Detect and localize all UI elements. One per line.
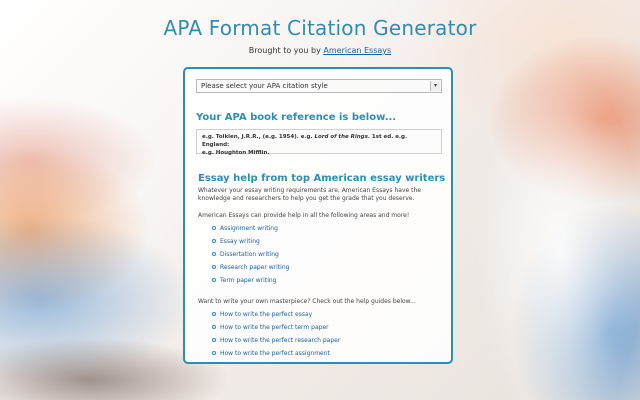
link-label[interactable]: Essay writing [220,238,260,245]
citation-panel: Please select your APA citation style ▾ … [183,67,453,364]
list-item-guide-research-paper[interactable]: How to write the perfect research paper [212,337,340,350]
help-heading: Essay help from top American essay write… [198,173,446,184]
list-item-guide-assignment[interactable]: How to write the perfect assignment [212,350,340,363]
reference-heading: Your APA book reference is below... [196,112,397,123]
bullet-icon [212,338,216,342]
link-label[interactable]: Research paper writing [220,264,289,271]
list-item-dissertation-writing[interactable]: Dissertation writing [212,251,289,264]
link-label[interactable]: How to write the perfect term paper [220,324,329,331]
list-item-guide-essay[interactable]: How to write the perfect essay [212,311,340,324]
page-header: APA Format Citation Generator Brought to… [0,10,640,55]
help-text: Whatever your essay writing requirements… [198,187,421,202]
areas-intro: American Essays can provide help in all … [198,212,410,219]
page-title: APA Format Citation Generator [163,16,477,40]
bullet-icon [212,265,216,269]
reference-output: e.g. Tolkien, J.R.R., (e.g. 1954). e.g. … [196,129,442,156]
guides-intro: Want to write your own masterpiece? Chec… [198,298,416,305]
subtitle: Brought to you by American Essays [0,46,640,55]
citation-style-select[interactable]: Please select your APA citation style ▾ [196,79,442,93]
list-item-assignment-writing[interactable]: Assignment writing [212,225,289,238]
reference-text-a: e.g. Tolkien, J.R.R., (e.g. 1954). e.g. [202,134,315,140]
areas-list: Assignment writing Essay writing Dissert… [212,225,289,290]
link-label[interactable]: Term paper writing [220,277,276,284]
bullet-icon [212,239,216,243]
link-label[interactable]: Assignment writing [220,225,278,232]
list-item-term-paper-writing[interactable]: Term paper writing [212,277,289,290]
link-label[interactable]: Dissertation writing [220,251,279,258]
bullet-icon [212,226,216,230]
bullet-icon [212,252,216,256]
list-item-guide-term-paper[interactable]: How to write the perfect term paper [212,324,340,337]
citation-style-select-value: Please select your APA citation style [201,82,328,90]
reference-title: Lord of the Rings [314,134,368,140]
subtitle-text: Brought to you by [248,46,324,55]
american-essays-link[interactable]: American Essays [323,46,391,55]
reference-text-line2: e.g. Houghton Mifflin. [202,150,270,156]
link-label[interactable]: How to write the perfect essay [220,311,312,318]
guides-list: How to write the perfect essay How to wr… [212,311,340,363]
list-item-research-paper-writing[interactable]: Research paper writing [212,264,289,277]
bullet-icon [212,312,216,316]
list-item-essay-writing[interactable]: Essay writing [212,238,289,251]
dropdown-arrow-icon[interactable]: ▾ [430,81,440,91]
link-label[interactable]: How to write the perfect assignment [220,350,330,357]
link-label[interactable]: How to write the perfect research paper [220,337,340,344]
bullet-icon [212,278,216,282]
bullet-icon [212,351,216,355]
bullet-icon [212,325,216,329]
